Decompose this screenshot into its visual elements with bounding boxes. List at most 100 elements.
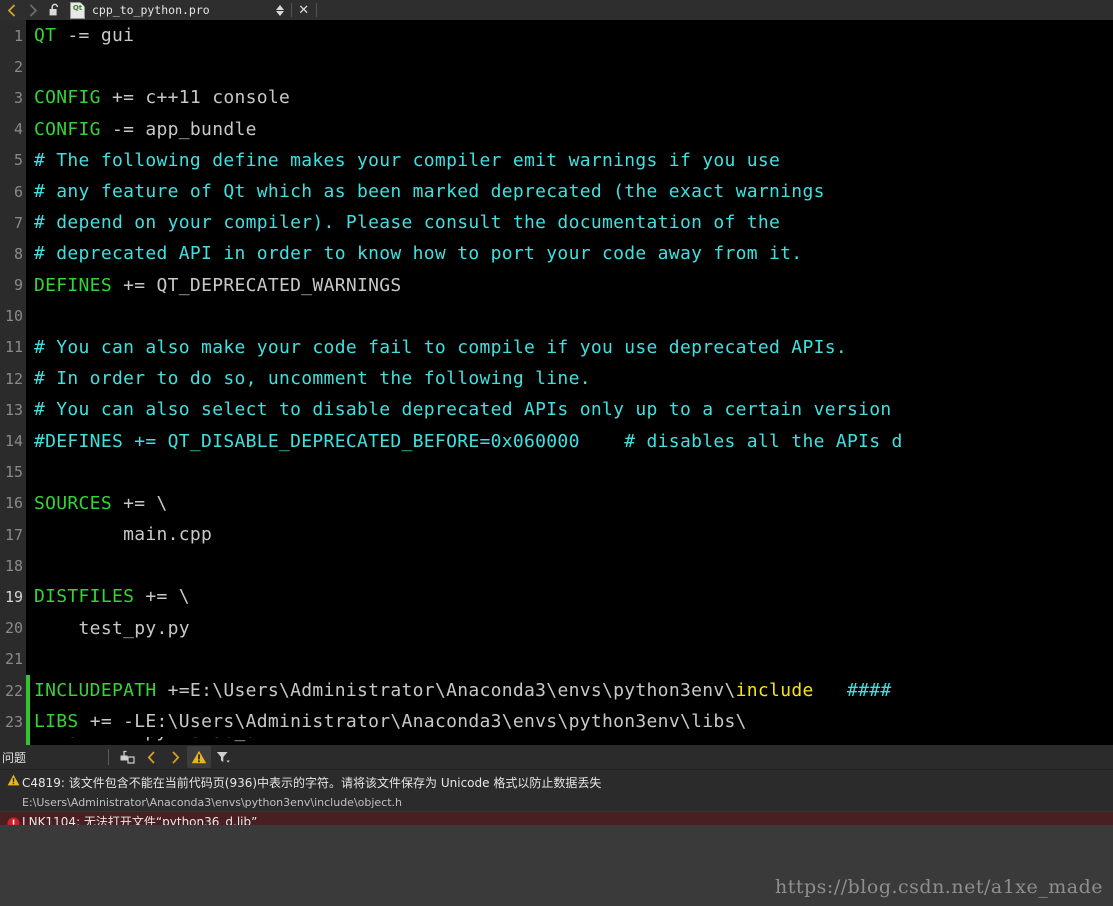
code-line[interactable]: 8 # deprecated API in order to know how t… bbox=[0, 238, 1113, 269]
code-line[interactable]: 24LIBS += -lpython36_d bbox=[0, 737, 1113, 745]
code-text: INCLUDEPATH +=E:\Users\Administrator\Ana… bbox=[30, 680, 892, 701]
code-text: SOURCES += \ bbox=[30, 493, 168, 514]
line-number: 11 bbox=[4, 338, 23, 357]
code-line[interactable]: 20 test_py.py bbox=[0, 613, 1113, 644]
issue-row-warning[interactable]: C4819: 该文件包含不能在当前代码页(936)中表示的字符。请将该文件保存为… bbox=[0, 770, 1113, 811]
line-marker bbox=[26, 301, 30, 332]
close-x-icon[interactable]: ✕ bbox=[294, 0, 314, 20]
code-line[interactable]: 19 DISTFILES += \ bbox=[0, 581, 1113, 612]
code-text: test_py.py bbox=[30, 618, 190, 639]
code-line[interactable]: 4 CONFIG -= app_bundle bbox=[0, 114, 1113, 145]
line-marker bbox=[26, 644, 30, 675]
chevron-left-icon[interactable] bbox=[0, 0, 22, 20]
code-line[interactable]: 1 QT -= gui bbox=[0, 20, 1113, 51]
code-token-cmt: # any feature of Qt which as been marked… bbox=[34, 181, 825, 203]
code-token-kw: CONFIG bbox=[34, 118, 101, 140]
issues-panel-title: 问题 bbox=[2, 750, 27, 765]
code-line[interactable]: 12 # In order to do so, uncomment the fol… bbox=[0, 363, 1113, 394]
filter-funnel-icon[interactable] bbox=[211, 746, 235, 768]
arrow-down-glyph bbox=[275, 10, 284, 16]
code-token-kw: LIBS bbox=[34, 711, 79, 733]
warning-triangle-icon bbox=[4, 772, 22, 810]
code-text: # You can also make your code fail to co… bbox=[30, 337, 847, 358]
code-editor[interactable]: 1 QT -= gui 2 3 CONFIG += c++11 console 4 CONF… bbox=[0, 20, 1113, 745]
issue-message: C4819: 该文件包含不能在当前代码页(936)中表示的字符。请将该文件保存为… bbox=[22, 776, 602, 790]
editor-tab-bar: cpp_to_python.pro ✕ bbox=[0, 0, 1113, 21]
code-text: # The following define makes your compil… bbox=[30, 150, 780, 171]
code-line[interactable]: 11 # You can also make your code fail to … bbox=[0, 332, 1113, 363]
code-lines-container: 1 QT -= gui 2 3 CONFIG += c++11 console 4 CONF… bbox=[0, 20, 1113, 745]
code-line[interactable]: 13 # You can also select to disable depre… bbox=[0, 394, 1113, 425]
code-token-hl: include bbox=[735, 680, 814, 702]
code-text: # In order to do so, uncomment the follo… bbox=[30, 368, 591, 389]
line-number: 19 bbox=[4, 587, 23, 606]
code-line[interactable]: 6 # any feature of Qt which as been marke… bbox=[0, 176, 1113, 207]
line-number: 16 bbox=[4, 494, 23, 513]
code-text: DEFINES += QT_DEPRECATED_WARNINGS bbox=[30, 275, 402, 296]
code-text: # deprecated API in order to know how to… bbox=[30, 243, 802, 264]
up-down-arrows-icon[interactable] bbox=[271, 0, 289, 20]
code-text: # depend on your compiler). Please consu… bbox=[30, 212, 780, 233]
line-number: 6 bbox=[13, 182, 23, 201]
editor-tab-label: cpp_to_python.pro bbox=[92, 3, 210, 17]
line-number: 5 bbox=[13, 151, 23, 170]
toolbar-separator bbox=[108, 749, 109, 765]
line-number: 22 bbox=[4, 681, 23, 700]
line-marker bbox=[26, 550, 30, 581]
line-marker bbox=[26, 457, 30, 488]
code-text: main.cpp bbox=[30, 524, 212, 545]
code-token-cmt: # You can also make your code fail to co… bbox=[34, 336, 847, 358]
line-number: 17 bbox=[4, 525, 23, 544]
code-line[interactable]: 15 bbox=[0, 457, 1113, 488]
watermark-text: https://blog.csdn.net/a1xe_made bbox=[775, 876, 1103, 898]
code-token-cmt: # deprecated API in order to know how to… bbox=[34, 243, 803, 265]
next-issue-icon[interactable] bbox=[163, 746, 187, 768]
code-line[interactable]: 5 # The following define makes your compi… bbox=[0, 145, 1113, 176]
tab-bar-divider-2 bbox=[315, 3, 317, 17]
code-line[interactable]: 7 # depend on your compiler). Please cons… bbox=[0, 207, 1113, 238]
editor-tab-cpp-to-python-pro[interactable]: cpp_to_python.pro bbox=[66, 0, 216, 20]
code-token-cmt: #DEFINES += QT_DISABLE_DEPRECATED_BEFORE… bbox=[34, 430, 903, 452]
previous-issue-icon[interactable] bbox=[139, 746, 163, 768]
code-line[interactable]: 9 DEFINES += QT_DEPRECATED_WARNINGS bbox=[0, 270, 1113, 301]
warning-filter-icon[interactable] bbox=[187, 746, 211, 768]
chevron-right-icon[interactable] bbox=[22, 0, 44, 20]
line-number: 2 bbox=[13, 57, 23, 76]
code-token-val: +=E:\Users\Administrator\Anaconda3\envs\… bbox=[156, 680, 736, 702]
code-token-kw: DISTFILES bbox=[34, 586, 135, 608]
code-line[interactable]: 22 INCLUDEPATH +=E:\Users\Administrator\A… bbox=[0, 674, 1113, 707]
line-number: 12 bbox=[4, 369, 23, 388]
code-line[interactable]: 10 bbox=[0, 301, 1113, 332]
code-text: CONFIG -= app_bundle bbox=[30, 119, 257, 140]
line-number: 3 bbox=[13, 88, 23, 107]
code-line[interactable]: 21 bbox=[0, 644, 1113, 675]
code-token-cmt: # In order to do so, uncomment the follo… bbox=[34, 368, 591, 390]
code-line[interactable]: 17 main.cpp bbox=[0, 519, 1113, 550]
line-marker bbox=[26, 51, 30, 82]
line-number: 9 bbox=[13, 276, 23, 295]
code-token-cmt: #### bbox=[813, 680, 892, 702]
code-line[interactable]: 14 #DEFINES += QT_DISABLE_DEPRECATED_BEFO… bbox=[0, 425, 1113, 456]
code-line[interactable]: 16 SOURCES += \ bbox=[0, 488, 1113, 519]
copy-to-clipboard-icon[interactable] bbox=[115, 746, 139, 768]
code-line[interactable]: 18 bbox=[0, 550, 1113, 581]
issues-panel-header: 问题 bbox=[0, 745, 1113, 770]
unlocked-padlock-icon[interactable] bbox=[44, 0, 66, 20]
arrow-up-glyph bbox=[275, 4, 284, 10]
code-token-val: -= gui bbox=[56, 25, 135, 47]
code-text: # any feature of Qt which as been marked… bbox=[30, 181, 825, 202]
code-line[interactable]: 2 bbox=[0, 51, 1113, 82]
qt-project-file-icon bbox=[70, 1, 85, 19]
code-token-kw: DEFINES bbox=[34, 274, 112, 296]
code-line[interactable]: 23 LIBS += -LE:\Users\Administrator\Anaco… bbox=[0, 706, 1113, 738]
code-text: DISTFILES += \ bbox=[30, 586, 190, 607]
code-token-kw: QT bbox=[34, 25, 57, 47]
line-number: 13 bbox=[4, 400, 23, 419]
line-number: 15 bbox=[4, 463, 23, 482]
code-token-val: += -LE:\Users\Administrator\Anaconda3\en… bbox=[78, 711, 747, 733]
tab-bar-divider bbox=[290, 3, 292, 17]
line-number: 10 bbox=[4, 307, 23, 326]
code-token-val: test_py.py bbox=[34, 617, 190, 639]
code-text: CONFIG += c++11 console bbox=[30, 87, 290, 108]
code-line[interactable]: 3 CONFIG += c++11 console bbox=[0, 82, 1113, 113]
